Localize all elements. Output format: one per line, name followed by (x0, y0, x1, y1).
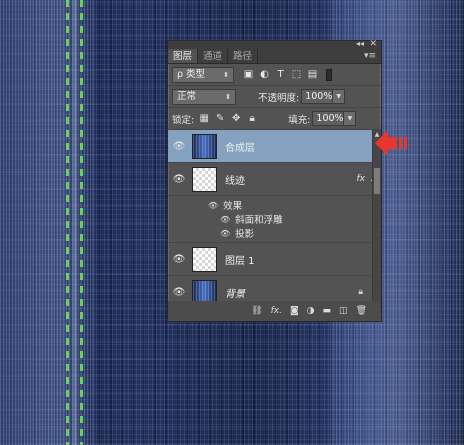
layer-name: 合成层 (225, 142, 255, 154)
lock-icons: ▦ ✎ ✥ 🔒︎ (198, 113, 258, 125)
panel-title-bar[interactable]: ◂◂ ✕ (168, 39, 381, 49)
smart-object-filter-icon[interactable]: ▤ (306, 68, 319, 81)
lock-image-icon[interactable]: ✎ (214, 113, 226, 125)
link-icon[interactable]: ⛓︎ (251, 306, 262, 316)
fill-stepper[interactable]: ▼ (344, 111, 357, 126)
type-filter-icon[interactable]: T (274, 68, 287, 81)
layer-name: 线迹 (225, 175, 245, 187)
fill-label: 填充: (288, 114, 311, 126)
trash-icon[interactable]: 🗑︎ (356, 306, 367, 316)
fill-field[interactable]: 100% (312, 111, 345, 126)
effect-label: 斜面和浮雕 (235, 215, 283, 226)
blend-row: 正常 ⬍ 不透明度: 100% ▼ (168, 86, 381, 108)
layer-row-layer1[interactable]: 👁︎ 图层 1 (168, 243, 381, 276)
effect-item-bevel[interactable]: 👁︎ 斜面和浮雕 (168, 212, 381, 227)
visibility-eye-icon[interactable]: 👁︎ (168, 254, 190, 265)
mask-icon[interactable]: ◙ (290, 306, 299, 316)
visibility-eye-icon[interactable]: 👁︎ (168, 287, 190, 298)
adjustment-icon[interactable]: ◑ (307, 306, 315, 316)
stitch-line-left (66, 0, 69, 445)
filter-toggle[interactable] (326, 68, 332, 81)
filter-kind-select[interactable]: ρ 类型 ⬍ (172, 66, 234, 83)
layer-name: 图层 1 (225, 255, 255, 267)
close-icon[interactable]: ✕ (369, 39, 377, 49)
layer-thumbnail (192, 246, 217, 272)
layer-thumbnail (192, 166, 217, 192)
effect-label: 投影 (235, 229, 255, 240)
effects-header[interactable]: 👁︎ 效果 (168, 198, 381, 213)
lock-row: 锁定: ▦ ✎ ✥ 🔒︎ 填充: 100% ▼ (168, 108, 381, 130)
blend-mode-select[interactable]: 正常 ⬍ (172, 88, 236, 105)
opacity-stepper[interactable]: ▼ (333, 89, 346, 104)
opacity-label: 不透明度: (258, 92, 300, 104)
collapse-icon[interactable]: ◂◂ (356, 39, 364, 48)
effects-title: 效果 (223, 201, 243, 212)
new-layer-icon[interactable]: ◫ (339, 306, 348, 316)
layer-name: 背景 (225, 288, 245, 300)
layers-scrollbar[interactable]: ▲ ▼ (372, 130, 381, 310)
layers-list: 👁︎ 合成层 👁︎ 线迹 fx ▴ 👁︎ 效果 👁︎ 斜面和浮雕 👁︎ 投影 (168, 130, 381, 310)
effect-eye-icon[interactable]: 👁︎ (220, 215, 230, 224)
lock-position-icon[interactable]: ✥ (230, 113, 242, 125)
layer-effects: 👁︎ 效果 👁︎ 斜面和浮雕 👁︎ 投影 (168, 196, 381, 243)
pixel-filter-icon[interactable]: ▣ (242, 68, 255, 81)
layer-row-composite[interactable]: 👁︎ 合成层 (168, 130, 381, 163)
tab-channels[interactable]: 通道 (198, 49, 229, 63)
effect-eye-icon[interactable]: 👁︎ (220, 229, 230, 238)
lock-all-icon[interactable]: 🔒︎ (246, 113, 258, 125)
shape-filter-icon[interactable]: ⬚ (290, 68, 303, 81)
chevron-down-icon: ⬍ (223, 70, 229, 79)
layers-panel: ◂◂ ✕ 图层 通道 路径 ▾≡ ρ 类型 ⬍ ▣ ◐ T ⬚ ▤ 正常 ⬍ 不… (167, 39, 382, 322)
filter-row: ρ 类型 ⬍ ▣ ◐ T ⬚ ▤ (168, 64, 381, 86)
panel-tabs: 图层 通道 路径 ▾≡ (168, 49, 381, 64)
tab-paths[interactable]: 路径 (228, 49, 259, 63)
opacity-field[interactable]: 100% (301, 89, 334, 104)
visibility-eye-icon[interactable]: 👁︎ (168, 141, 190, 152)
lock-icon: 🔒︎ (358, 287, 363, 297)
folder-icon[interactable]: ▬ (323, 306, 332, 316)
blend-mode-label: 正常 (177, 90, 197, 102)
adjustment-filter-icon[interactable]: ◐ (258, 68, 271, 81)
lock-transparent-icon[interactable]: ▦ (198, 113, 210, 125)
visibility-eye-icon[interactable]: 👁︎ (168, 174, 190, 185)
scroll-thumb[interactable] (374, 168, 380, 194)
layer-row-stitch[interactable]: 👁︎ 线迹 fx ▴ (168, 163, 381, 196)
filter-kind-label: ρ 类型 (177, 68, 206, 80)
red-arrow-pointer (375, 130, 407, 156)
denim-seam (72, 0, 78, 445)
panel-bottom-toolbar: ⛓︎ fx. ◙ ◑ ▬ ◫ 🗑︎ (168, 301, 381, 321)
stitch-line-right (80, 0, 83, 445)
panel-menu-icon[interactable]: ▾≡ (364, 51, 376, 61)
fx-badge[interactable]: fx (357, 174, 366, 184)
chevron-down-icon: ⬍ (225, 92, 231, 101)
layer-thumbnail (192, 133, 217, 159)
lock-label: 锁定: (172, 114, 195, 126)
tab-layers[interactable]: 图层 (168, 49, 199, 63)
filter-icons: ▣ ◐ T ⬚ ▤ (242, 68, 332, 81)
effect-item-shadow[interactable]: 👁︎ 投影 (168, 226, 381, 241)
fx-icon[interactable]: fx. (271, 306, 282, 316)
effect-eye-icon[interactable]: 👁︎ (208, 201, 218, 210)
